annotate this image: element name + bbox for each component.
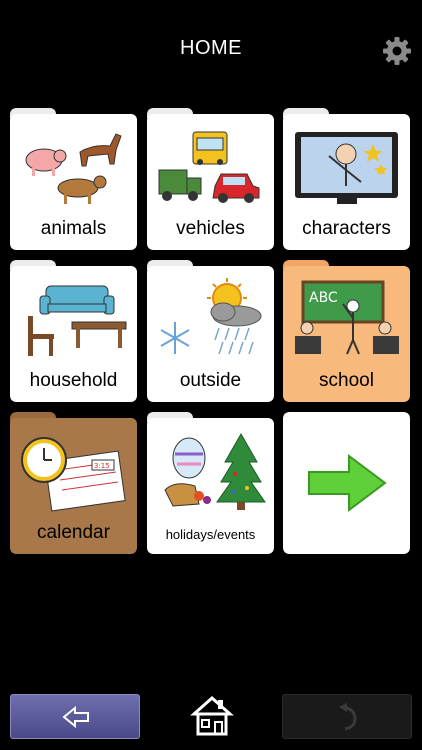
tile-label: animals xyxy=(40,218,107,239)
tile-outside[interactable]: outside xyxy=(147,260,274,402)
holidays-picture xyxy=(164,432,266,510)
tile-household[interactable]: household xyxy=(10,260,137,402)
tile-label: household xyxy=(29,370,118,391)
tile-next[interactable] xyxy=(283,412,410,554)
tile-holidays-events[interactable]: holidays/events xyxy=(147,412,274,554)
category-grid: animals vehicles characters household ou… xyxy=(10,108,412,556)
tile-body: animals xyxy=(10,114,137,250)
tile-body: household xyxy=(10,266,137,402)
tile-label: vehicles xyxy=(176,218,245,239)
outside-picture xyxy=(160,278,262,355)
tile-animals[interactable]: animals xyxy=(10,108,137,250)
undo-icon xyxy=(339,703,357,731)
next-arrow-icon xyxy=(308,454,387,512)
tile-body: outside xyxy=(147,266,274,402)
tile-label: holidays/events xyxy=(165,527,256,542)
tile-body: holidays/events xyxy=(147,418,274,554)
tile-label: school xyxy=(319,370,374,391)
page-title: HOME xyxy=(180,37,242,59)
gear-icon[interactable] xyxy=(382,36,412,66)
tile-characters[interactable]: characters xyxy=(283,108,410,250)
top-bar: HOME xyxy=(0,0,422,100)
tile-label: outside xyxy=(179,370,242,391)
svg-text:3:15: 3:15 xyxy=(94,462,110,470)
tile-label: characters xyxy=(302,218,391,239)
tile-body: characters xyxy=(283,114,410,250)
tile-label: calendar xyxy=(37,522,110,543)
tile-vehicles[interactable]: vehicles xyxy=(147,108,274,250)
tile-body: ABC school xyxy=(283,266,410,402)
back-button[interactable] xyxy=(10,694,140,739)
vehicles-picture xyxy=(158,131,260,203)
tile-school[interactable]: ABC school xyxy=(283,260,410,402)
tile-body: 3:15 calendar xyxy=(10,418,137,554)
bottom-toolbar xyxy=(0,690,422,750)
school-picture: ABC xyxy=(295,280,399,355)
back-arrow-icon xyxy=(62,706,89,728)
characters-picture xyxy=(295,132,398,204)
svg-text:ABC: ABC xyxy=(309,290,338,306)
calendar-picture: 3:15 xyxy=(21,437,126,512)
undo-button[interactable] xyxy=(282,694,412,739)
tile-body xyxy=(283,412,410,554)
animals-picture xyxy=(25,133,122,204)
household-picture xyxy=(28,285,127,356)
home-icon[interactable] xyxy=(190,694,234,738)
tile-calendar[interactable]: 3:15 calendar xyxy=(10,412,137,554)
tile-body: vehicles xyxy=(147,114,274,250)
